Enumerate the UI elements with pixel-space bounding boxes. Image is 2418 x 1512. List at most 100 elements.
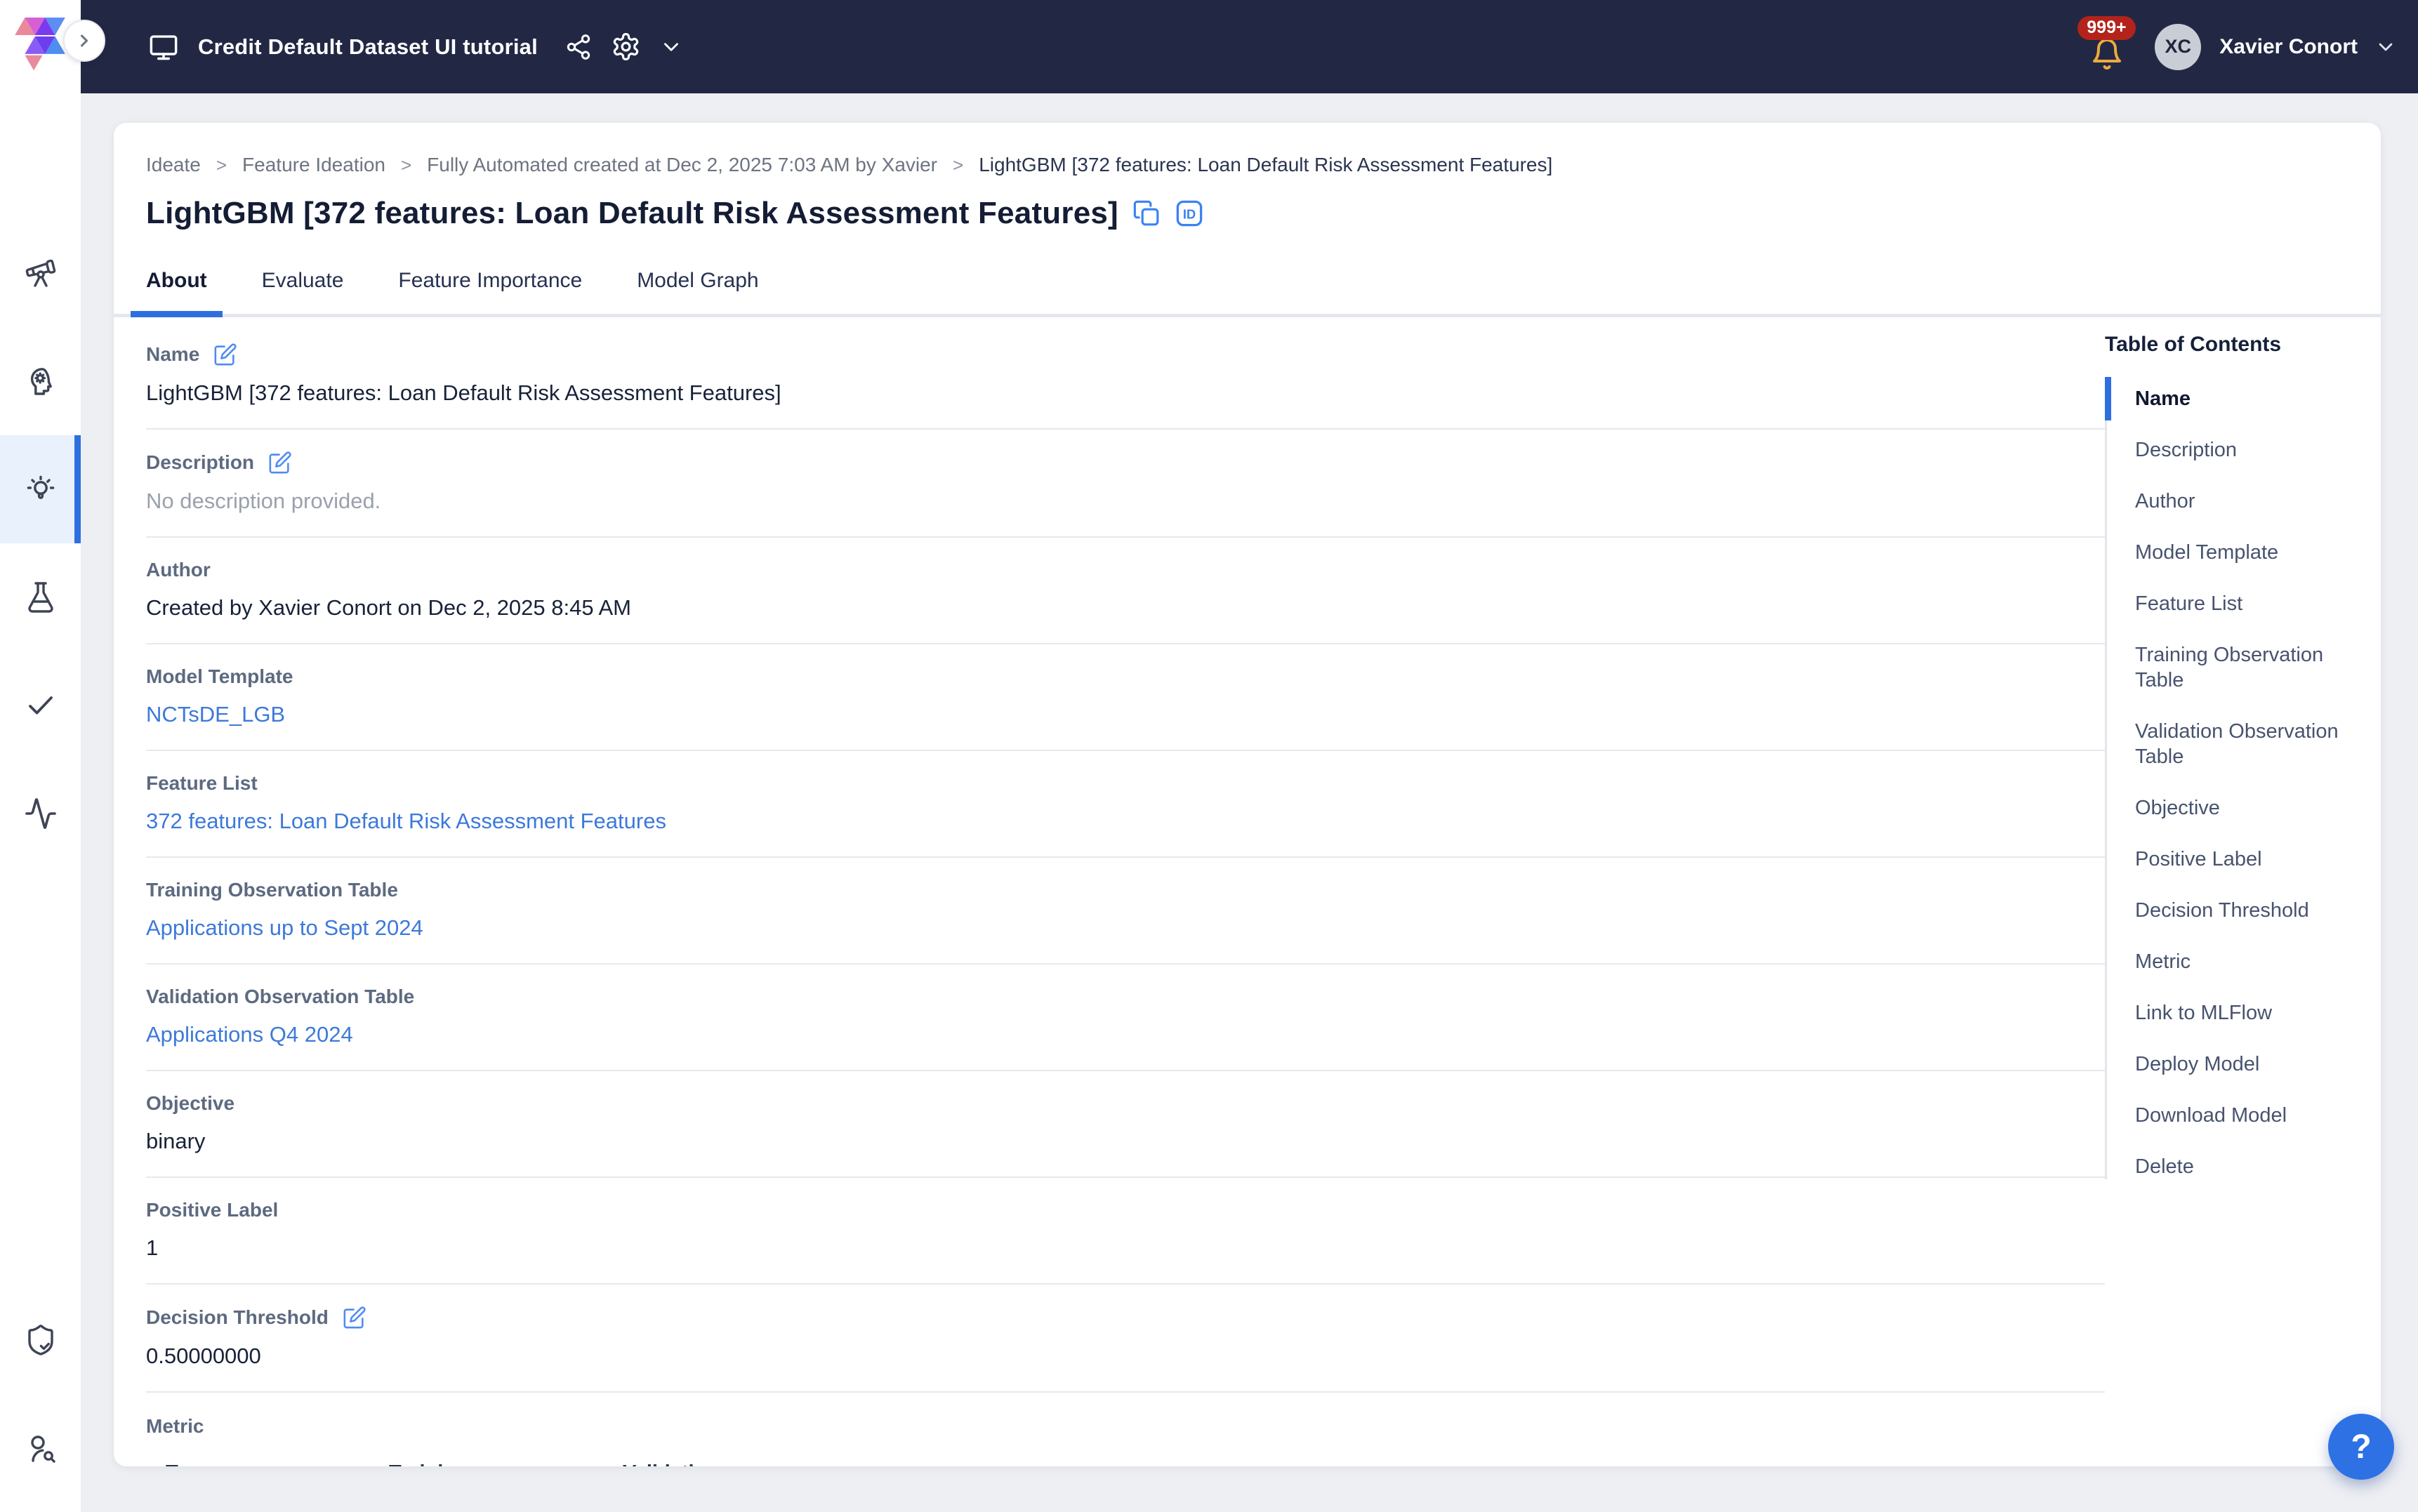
tab-about[interactable]: About: [146, 269, 207, 314]
sidebar-bottom: [0, 1286, 81, 1502]
breadcrumb: Ideate > Feature Ideation > Fully Automated …: [114, 123, 2381, 176]
field-row-author: Author Created by Xavier Conort on Dec 2,…: [146, 538, 2105, 644]
toc-item-link-to-mlflow[interactable]: Link to MLFlow: [2135, 1000, 2349, 1026]
about-fields: Name LightGBM [372 features: Loan Defaul…: [146, 321, 2105, 1466]
breadcrumb-separator: >: [401, 154, 411, 176]
notifications-bell-icon[interactable]: 999+: [2086, 15, 2131, 79]
field-row-decision-threshold: Decision Threshold 0.50000000: [146, 1285, 2105, 1393]
toc-item-decision-threshold[interactable]: Decision Threshold: [2135, 898, 2349, 923]
field-row-metric: Metric Type Training Validation: [146, 1393, 2105, 1466]
avatar-initials: XC: [2165, 36, 2192, 58]
edit-button[interactable]: [268, 451, 292, 475]
field-label: Author: [146, 559, 211, 581]
field-value[interactable]: 372 features: Loan Default Risk Assessme…: [146, 809, 666, 834]
breadcrumb-separator: >: [216, 154, 227, 176]
breadcrumb-item-lightgbm-372-features-loan-default-risk-[interactable]: LightGBM [372 features: Loan Default Ris…: [979, 154, 1552, 176]
share-button[interactable]: [564, 33, 593, 61]
activity-icon: [24, 797, 58, 830]
edit-button[interactable]: [213, 343, 237, 366]
toc-item-name[interactable]: Name: [2135, 386, 2349, 411]
metric-column-type: Type: [166, 1461, 389, 1466]
tab-evaluate[interactable]: Evaluate: [262, 269, 344, 314]
field-label: Decision Threshold: [146, 1306, 329, 1329]
field-label: Validation Observation Table: [146, 986, 414, 1008]
main-card: Ideate > Feature Ideation > Fully Automated …: [114, 123, 2381, 1466]
toc-item-feature-list[interactable]: Feature List: [2135, 591, 2349, 616]
breadcrumb-item-feature-ideation[interactable]: Feature Ideation: [242, 154, 385, 176]
sidebar-expand-button[interactable]: [63, 20, 105, 62]
id-icon[interactable]: ID: [1175, 199, 1204, 228]
check-icon: [24, 689, 58, 722]
sidebar-item-explore[interactable]: [0, 219, 81, 327]
sidebar-item-user-admin[interactable]: [0, 1394, 81, 1502]
field-value[interactable]: NCTsDE_LGB: [146, 702, 285, 727]
toc-item-delete[interactable]: Delete: [2135, 1154, 2349, 1179]
field-row-validation-observation-table: Validation Observation Table Applications…: [146, 964, 2105, 1071]
toc-list: Name Description Author Model Template Featu…: [2105, 386, 2349, 1179]
metric-column-training: Training: [389, 1461, 623, 1466]
field-row-feature-list: Feature List 372 features: Loan Default R…: [146, 751, 2105, 858]
field-value[interactable]: Applications up to Sept 2024: [146, 915, 423, 941]
help-question-mark: ?: [2351, 1428, 2371, 1466]
toc-item-description[interactable]: Description: [2135, 437, 2349, 463]
workspace-menu-chevron-down-icon[interactable]: [659, 35, 683, 59]
edit-icon: [213, 343, 237, 366]
breadcrumb-item-ideate[interactable]: Ideate: [146, 154, 201, 176]
sidebar: [0, 0, 81, 1512]
telescope-icon: [24, 256, 58, 290]
avatar[interactable]: XC: [2155, 24, 2201, 70]
top-bar: Credit Default Dataset UI tutorial 999+ …: [81, 0, 2418, 93]
toc-item-deploy-model[interactable]: Deploy Model: [2135, 1052, 2349, 1077]
gear-button[interactable]: [611, 32, 641, 62]
sidebar-item-validate[interactable]: [0, 651, 81, 760]
field-label: Feature List: [146, 772, 258, 795]
sidebar-item-think[interactable]: [0, 327, 81, 435]
sidebar-item-governance[interactable]: [0, 1286, 81, 1394]
field-row-training-observation-table: Training Observation Table Applications u…: [146, 858, 2105, 964]
toc-item-model-template[interactable]: Model Template: [2135, 540, 2349, 565]
breadcrumb-item-fully-automated-created-at-dec-2-2025-7-[interactable]: Fully Automated created at Dec 2, 2025 7…: [427, 154, 937, 176]
field-label: Objective: [146, 1092, 234, 1115]
field-row-model-template: Model Template NCTsDE_LGB: [146, 644, 2105, 751]
toc-item-positive-label[interactable]: Positive Label: [2135, 847, 2349, 872]
user-menu-chevron-down-icon[interactable]: [2374, 36, 2397, 58]
copy-icon[interactable]: [1132, 199, 1161, 227]
toc-item-download-model[interactable]: Download Model: [2135, 1103, 2349, 1128]
field-row-objective: Objective binary: [146, 1071, 2105, 1178]
flask-icon: [24, 581, 58, 614]
field-value[interactable]: Applications Q4 2024: [146, 1022, 353, 1047]
toc-item-metric[interactable]: Metric: [2135, 949, 2349, 974]
toc-item-training-observation-table[interactable]: Training Observation Table: [2135, 642, 2349, 693]
edit-button[interactable]: [343, 1306, 366, 1329]
field-value: binary: [146, 1129, 2105, 1154]
svg-text:ID: ID: [1183, 207, 1196, 222]
field-value: 1: [146, 1235, 2105, 1261]
monitor-icon: [147, 31, 180, 63]
featurebyte-logo[interactable]: [10, 11, 70, 72]
toc-item-objective[interactable]: Objective: [2135, 795, 2349, 821]
tab-feature-importance[interactable]: Feature Importance: [398, 269, 582, 314]
field-value: 0.50000000: [146, 1344, 2105, 1369]
toc-item-validation-observation-table[interactable]: Validation Observation Table: [2135, 719, 2349, 769]
tab-model-graph[interactable]: Model Graph: [637, 269, 758, 314]
help-button[interactable]: ?: [2328, 1414, 2394, 1480]
field-label: Model Template: [146, 665, 293, 688]
metric-table: Type Training Validation: [146, 1461, 859, 1466]
field-row-description: Description No description provided.: [146, 430, 2105, 538]
breadcrumb-separator: >: [953, 154, 963, 176]
app-screen: Credit Default Dataset UI tutorial 999+ …: [0, 0, 2418, 1512]
lightbulb-icon: [24, 472, 58, 506]
tab-bar: About Evaluate Feature Importance Model Gra…: [114, 269, 2381, 317]
table-of-contents: Table of Contents NameDescriptionAuthorM…: [2105, 321, 2349, 1466]
toc-item-author[interactable]: Author: [2135, 489, 2349, 514]
field-label: Positive Label: [146, 1199, 278, 1221]
field-label: Name: [146, 343, 199, 366]
sidebar-item-experiment[interactable]: [0, 543, 81, 651]
sidebar-item-ideate[interactable]: [0, 435, 81, 543]
brain-gear-icon: [24, 364, 58, 398]
field-label: Training Observation Table: [146, 879, 398, 901]
field-value: Created by Xavier Conort on Dec 2, 2025 …: [146, 595, 2105, 621]
sidebar-item-monitor[interactable]: [0, 760, 81, 868]
notifications-badge: 999+: [2077, 16, 2135, 40]
field-value: No description provided.: [146, 489, 2105, 514]
